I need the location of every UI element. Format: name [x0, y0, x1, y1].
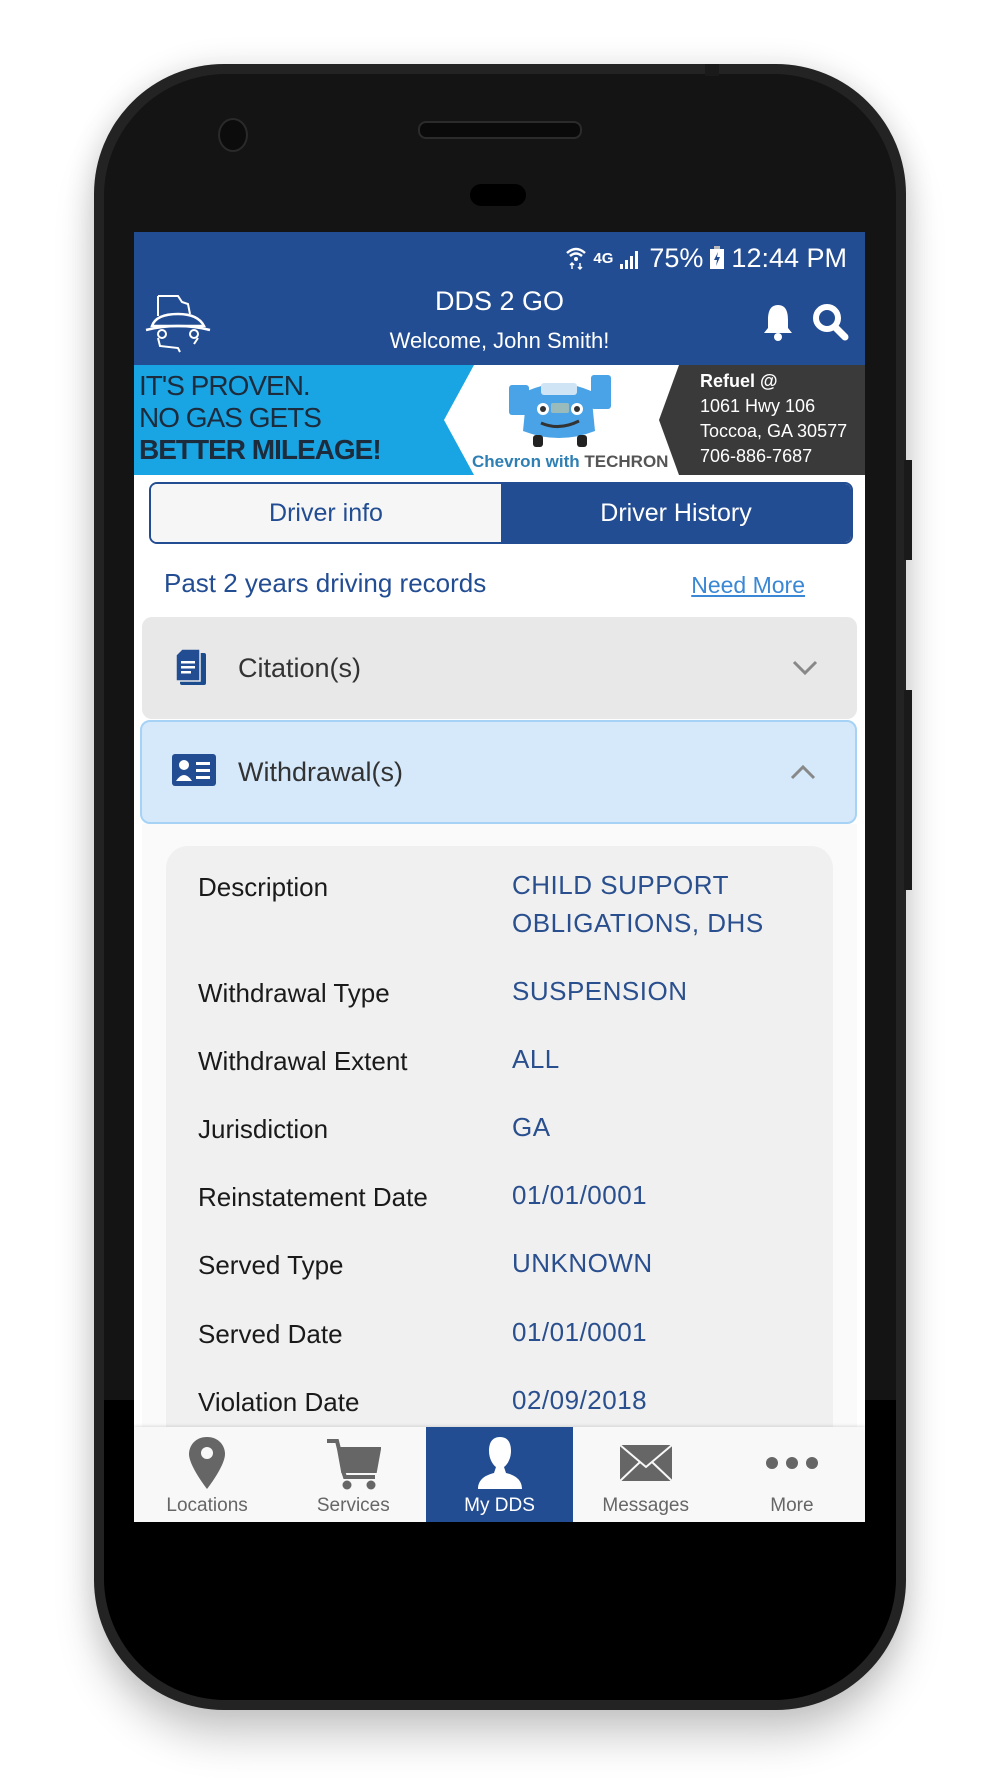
battery-percent: 75% — [649, 242, 704, 273]
nav-more[interactable]: More — [719, 1427, 865, 1522]
app-header: 4G 75% 12:44 PM DDS 2 GO Welcome, John S… — [134, 232, 865, 365]
detail-key: Withdrawal Type — [198, 978, 390, 1008]
tab-driver-info[interactable]: Driver info — [151, 484, 501, 542]
network-type: 4G — [593, 249, 614, 267]
ad-brand-suffix: TECHRON — [584, 452, 669, 471]
ad-brand-prefix: Chevron with — [472, 452, 585, 471]
nav-messages[interactable]: Messages — [573, 1427, 719, 1522]
status-bar: 4G 75% 12:44 PM — [565, 242, 847, 274]
more-dots-icon — [765, 1457, 818, 1469]
nav-my-dds[interactable]: My DDS — [426, 1427, 573, 1522]
app-title: DDS 2 GO — [434, 286, 565, 316]
detail-value: GA — [512, 1112, 551, 1142]
withdrawals-label: Withdrawal(s) — [238, 756, 404, 787]
citations-accordion[interactable]: Citation(s) — [142, 617, 857, 719]
cart-icon — [327, 1439, 382, 1490]
description-value: CHILD SUPPORT OBLIGATIONS, DHS — [512, 870, 764, 938]
detail-value: SUSPENSION — [512, 976, 688, 1006]
ad-headline-1: IT'S PROVEN. — [139, 370, 311, 401]
car-mascot-icon — [509, 375, 611, 447]
need-more-link[interactable]: Need More — [691, 572, 805, 599]
tab-driver-history[interactable]: Driver History — [501, 484, 851, 542]
ad-address-2: Toccoa, GA 30577 — [700, 421, 848, 441]
detail-value: 02/09/2018 — [512, 1385, 648, 1415]
search-icon[interactable] — [811, 302, 849, 342]
detail-value: 01/01/0001 — [512, 1317, 648, 1347]
detail-value: 01/01/0001 — [512, 1180, 648, 1210]
ad-address-1: 1061 Hwy 106 — [700, 396, 816, 416]
detail-key: Served Type — [198, 1250, 344, 1280]
nav-locations[interactable]: Locations — [134, 1427, 280, 1522]
detail-key: Violation Date — [198, 1387, 360, 1417]
power-button — [904, 460, 912, 560]
app-screen: 4G 75% 12:44 PM DDS 2 GO Welcome, John S… — [134, 232, 865, 1522]
citations-label: Citation(s) — [238, 652, 362, 683]
front-camera — [218, 118, 248, 152]
withdrawals-accordion[interactable]: Withdrawal(s) — [140, 720, 857, 824]
ad-headline-3: BETTER MILEAGE! — [139, 434, 382, 465]
earpiece-speaker — [418, 121, 582, 139]
envelope-icon — [619, 1444, 673, 1482]
detail-value: ALL — [512, 1044, 560, 1074]
detail-key: Served Date — [198, 1319, 343, 1349]
top-port — [705, 64, 719, 76]
detail-value: CHILD SUPPORT OBLIGATIONS, DHS — [512, 866, 764, 942]
wifi-icon — [566, 247, 587, 271]
nav-services[interactable]: Services — [280, 1427, 426, 1522]
chevron-down-icon — [792, 660, 818, 676]
volume-button — [904, 690, 912, 890]
clock: 12:44 PM — [731, 242, 847, 273]
bottom-nav: Locations Services My DDS Messages More — [134, 1427, 865, 1522]
document-icon — [175, 648, 206, 685]
welcome-text: Welcome, John Smith! — [389, 328, 610, 353]
detail-value: UNKNOWN — [512, 1248, 653, 1278]
battery-charging-icon — [710, 246, 725, 269]
nav-label: More — [770, 1495, 814, 1516]
nav-label: My DDS — [464, 1495, 535, 1516]
proximity-sensor — [470, 184, 526, 206]
nav-label: Services — [316, 1495, 390, 1516]
ad-headline-2: NO GAS GETS — [139, 402, 322, 433]
driver-tabs: Driver info Driver History — [149, 482, 853, 544]
signal-icon — [620, 251, 639, 269]
detail-key: Withdrawal Extent — [198, 1046, 408, 1076]
detail-key: Description — [198, 872, 329, 902]
nav-label: Messages — [602, 1495, 690, 1516]
detail-key: Reinstatement Date — [198, 1182, 428, 1212]
map-pin-icon — [189, 1437, 226, 1489]
nav-label: Locations — [166, 1495, 248, 1516]
chevron-up-icon — [790, 764, 816, 780]
ad-phone: 706-886-7687 — [700, 446, 813, 466]
ad-banner[interactable]: IT'S PROVEN. NO GAS GETS BETTER MILEAGE!… — [134, 365, 865, 475]
bell-icon[interactable] — [761, 302, 795, 342]
ad-refuel: Refuel @ — [700, 371, 778, 391]
records-heading: Past 2 years driving records — [164, 568, 487, 598]
ad-brand: Chevron with TECHRON — [472, 452, 668, 472]
id-card-icon — [172, 754, 216, 786]
detail-key: Jurisdiction — [198, 1114, 329, 1144]
person-icon — [477, 1437, 522, 1489]
